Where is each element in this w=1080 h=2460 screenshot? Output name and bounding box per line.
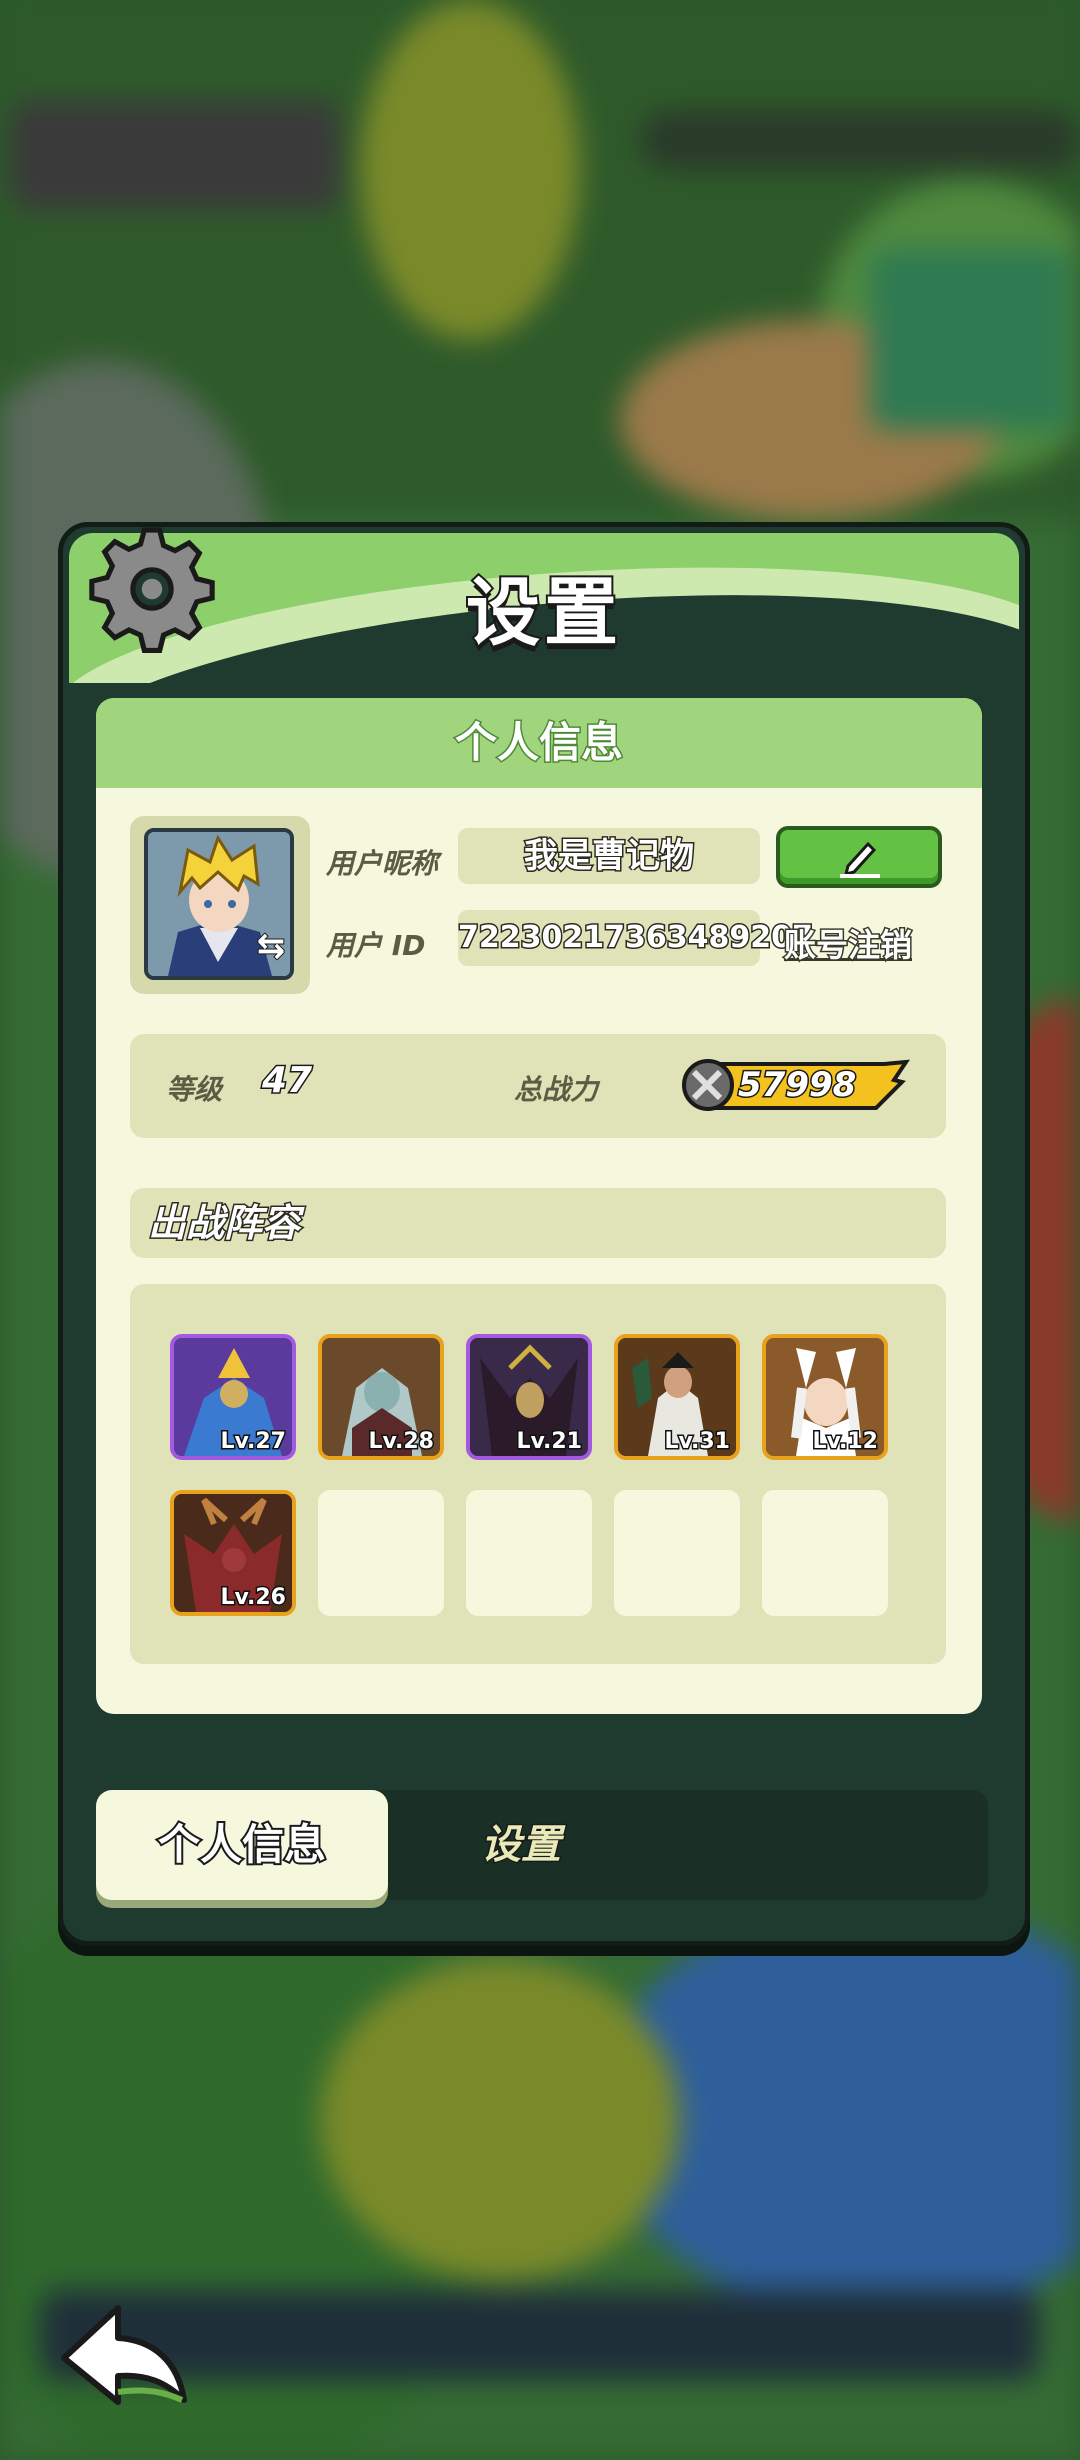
empty-hero-slot[interactable] bbox=[614, 1490, 740, 1616]
hero-slot[interactable]: Lv.21 bbox=[466, 1334, 592, 1460]
swap-avatar-icon[interactable]: ⇆ bbox=[248, 925, 294, 967]
back-arrow-icon[interactable] bbox=[54, 2296, 194, 2406]
level-label: 等级 bbox=[166, 1073, 223, 1106]
panel-header: 个人信息 bbox=[96, 698, 982, 788]
tab-personal-info[interactable]: 个人信息 bbox=[96, 1790, 388, 1900]
level-value: 47 bbox=[260, 1059, 313, 1103]
hero-slot[interactable]: Lv.12 bbox=[762, 1334, 888, 1460]
personal-info-panel: 个人信息 ⇆ 用户昵称 我是曹记物 用户 ID 7223021736348920… bbox=[96, 698, 982, 1714]
lineup-grid: Lv.27 Lv.28 Lv.21 Lv.31 Lv.12 Lv.26 bbox=[130, 1284, 946, 1664]
hero-slot[interactable]: Lv.31 bbox=[614, 1334, 740, 1460]
hero-slot[interactable]: Lv.26 bbox=[170, 1490, 296, 1616]
power-label: 总战力 bbox=[514, 1073, 599, 1106]
nickname-label: 用户昵称 bbox=[326, 847, 439, 880]
hero-level: Lv.28 bbox=[367, 1428, 436, 1456]
hero-level: Lv.12 bbox=[811, 1428, 880, 1456]
hero-level: Lv.31 bbox=[663, 1428, 732, 1456]
user-id-field: 72230217363489207 bbox=[457, 910, 814, 966]
edit-nickname-button[interactable] bbox=[776, 826, 942, 888]
power-badge: 57998 bbox=[680, 1058, 910, 1112]
lineup-header: 出战阵容 bbox=[130, 1188, 946, 1258]
hero-slot[interactable]: Lv.28 bbox=[318, 1334, 444, 1460]
hero-level: Lv.21 bbox=[515, 1428, 584, 1456]
gear-icon bbox=[89, 527, 215, 653]
hero-level: Lv.26 bbox=[219, 1584, 288, 1612]
user-id-label: 用户 ID bbox=[326, 929, 426, 962]
hero-level: Lv.27 bbox=[219, 1428, 288, 1456]
power-value: 57998 bbox=[737, 1064, 858, 1107]
stats-row: 等级 47 总战力 57998 bbox=[130, 1034, 946, 1138]
avatar-frame[interactable]: ⇆ bbox=[130, 816, 310, 994]
pencil-icon bbox=[840, 841, 880, 878]
tab-settings[interactable]: 设置 bbox=[396, 1790, 646, 1900]
lineup-title: 出战阵容 bbox=[146, 1200, 301, 1247]
empty-hero-slot[interactable] bbox=[318, 1490, 444, 1616]
empty-hero-slot[interactable] bbox=[466, 1490, 592, 1616]
account-deletion-link[interactable]: 账号注销 bbox=[782, 920, 913, 966]
nickname-field: 我是曹记物 bbox=[458, 828, 760, 884]
empty-hero-slot[interactable] bbox=[762, 1490, 888, 1616]
hero-slot[interactable]: Lv.27 bbox=[170, 1334, 296, 1460]
tab-bar: 个人信息 设置 bbox=[96, 1790, 988, 1900]
